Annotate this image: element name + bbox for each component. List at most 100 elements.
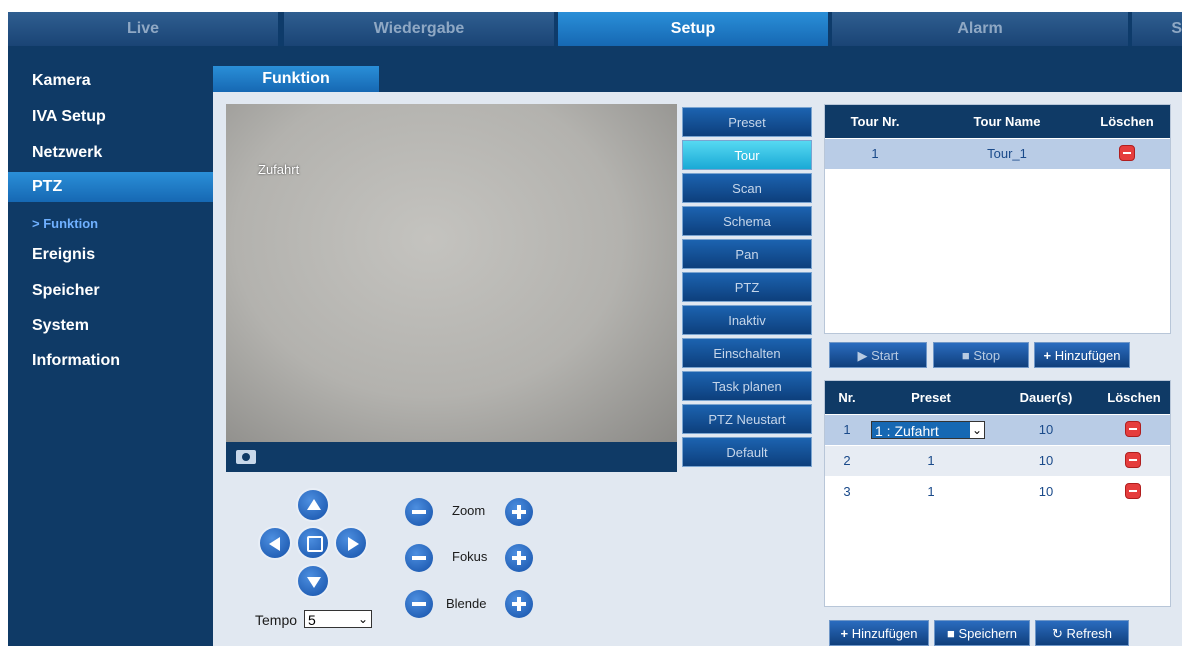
tempo-label: Tempo	[255, 612, 298, 628]
preset-nr-cell: 1	[843, 422, 851, 437]
preset-select[interactable]: 1 : Zufahrt ⌄	[871, 421, 985, 439]
tour-stop-button[interactable]: ■ Stop	[933, 342, 1029, 368]
chevron-down-icon: ⌄	[969, 422, 984, 438]
preset-cell: 1	[927, 453, 935, 468]
tour-name-cell: Tour_1	[987, 146, 1027, 161]
video-overlay-label: Zufahrt	[258, 162, 300, 177]
column-header-tour-name: Tour Name	[973, 114, 1041, 129]
preset-table: Nr. Preset Dauer(s) Löschen 1 1 : Zufahr…	[824, 380, 1171, 607]
column-header-nr: Nr.	[838, 390, 856, 405]
tour-add-button[interactable]: + Hinzufügen	[1034, 342, 1130, 368]
function-inaktiv-button[interactable]: Inaktiv	[682, 305, 812, 335]
play-icon: ▶	[857, 348, 868, 363]
save-label: Speichern	[958, 626, 1018, 641]
preset-save-button[interactable]: ■ Speichern	[934, 620, 1030, 646]
tab-setup[interactable]: Setup	[558, 12, 828, 46]
tour-table-header: Tour Nr. Tour Name Löschen	[825, 105, 1170, 138]
ptz-auto-focus-button[interactable]	[296, 526, 330, 560]
fokus-far-button[interactable]	[505, 544, 533, 572]
sidebar-subitem-funktion[interactable]: > Funktion	[8, 211, 213, 237]
tour-table: Tour Nr. Tour Name Löschen 1 Tour_1	[824, 104, 1171, 334]
arrow-left-icon	[269, 537, 280, 551]
arrow-down-icon	[307, 577, 321, 588]
tempo-value: 5	[308, 612, 316, 628]
tour-nr-cell: 1	[871, 146, 879, 161]
preset-refresh-button[interactable]: ↻ Refresh	[1035, 620, 1129, 646]
preset-nr-cell: 3	[843, 484, 851, 499]
tempo-select[interactable]: 5 ⌄	[304, 610, 372, 628]
camera-snapshot-icon[interactable]	[236, 450, 256, 464]
tab-live[interactable]: Live	[8, 12, 278, 46]
table-row[interactable]: 1 1 : Zufahrt ⌄ 10	[825, 415, 1170, 445]
zoom-in-button[interactable]	[505, 498, 533, 526]
stop-label: Stop	[973, 348, 1001, 363]
zoom-out-button[interactable]	[405, 498, 433, 526]
function-preset-button[interactable]: Preset	[682, 107, 812, 137]
add-label: Hinzufügen	[851, 626, 918, 641]
preset-nr-cell: 2	[843, 453, 851, 468]
table-row[interactable]: 1 Tour_1	[825, 139, 1170, 169]
tab-funktion[interactable]: Funktion	[213, 66, 379, 92]
sidebar-item-netzwerk[interactable]: Netzwerk	[8, 138, 213, 168]
sidebar-item-ereignis[interactable]: Ereignis	[8, 240, 213, 270]
save-icon: ■	[946, 626, 955, 641]
table-row[interactable]: 3 1 10	[825, 477, 1170, 507]
function-tour-button[interactable]: Tour	[682, 140, 812, 170]
blende-open-button[interactable]	[505, 590, 533, 618]
sidebar: Kamera IVA Setup Netzwerk PTZ > Funktion…	[8, 46, 213, 646]
function-einschalten-button[interactable]: Einschalten	[682, 338, 812, 368]
sidebar-item-iva-setup[interactable]: IVA Setup	[8, 102, 213, 132]
function-ptz-neustart-button[interactable]: PTZ Neustart	[682, 404, 812, 434]
column-header-dauer: Dauer(s)	[1019, 390, 1073, 405]
function-scan-button[interactable]: Scan	[682, 173, 812, 203]
column-header-preset: Preset	[911, 390, 951, 405]
sidebar-item-system[interactable]: System	[8, 311, 213, 341]
add-label: Hinzufügen	[1054, 348, 1121, 363]
function-default-button[interactable]: Default	[682, 437, 812, 467]
preset-select-value: 1 : Zufahrt	[875, 423, 939, 439]
sidebar-item-speicher[interactable]: Speicher	[8, 276, 213, 306]
dauer-cell: 10	[1038, 484, 1054, 499]
tab-wiedergabe[interactable]: Wiedergabe	[284, 12, 554, 46]
preset-add-button[interactable]: + Hinzufügen	[829, 620, 929, 646]
tour-start-button[interactable]: ▶ Start	[829, 342, 927, 368]
column-header-loeschen: Löschen	[1100, 114, 1154, 129]
video-toolbar	[226, 442, 677, 472]
ptz-down-button[interactable]	[296, 564, 330, 598]
start-label: Start	[871, 348, 899, 363]
ptz-up-button[interactable]	[296, 488, 330, 522]
blende-close-button[interactable]	[405, 590, 433, 618]
delete-icon[interactable]	[1125, 452, 1141, 468]
preset-cell: 1	[927, 484, 935, 499]
fokus-label: Fokus	[452, 549, 488, 564]
delete-icon[interactable]	[1125, 483, 1141, 499]
function-task-planen-button[interactable]: Task planen	[682, 371, 812, 401]
arrow-right-icon	[348, 537, 359, 551]
fokus-near-button[interactable]	[405, 544, 433, 572]
sidebar-item-ptz[interactable]: PTZ	[8, 172, 213, 202]
arrow-up-icon	[307, 499, 321, 510]
video-preview[interactable]	[226, 104, 677, 442]
tab-system-truncated[interactable]: S	[1132, 12, 1182, 46]
function-pan-button[interactable]: Pan	[682, 239, 812, 269]
dauer-cell: 10	[1038, 422, 1054, 437]
table-row[interactable]: 2 1 10	[825, 446, 1170, 476]
stop-icon: ■	[961, 348, 970, 363]
sidebar-item-information[interactable]: Information	[8, 346, 213, 376]
zoom-label: Zoom	[452, 503, 486, 518]
function-ptz-button[interactable]: PTZ	[682, 272, 812, 302]
top-navigation: Live Wiedergabe Setup Alarm S	[8, 12, 1182, 46]
blende-label: Blende	[446, 596, 487, 611]
zoom-focus-icon	[307, 536, 323, 552]
delete-icon[interactable]	[1119, 145, 1135, 161]
column-header-tour-nr: Tour Nr.	[850, 114, 900, 129]
refresh-label: Refresh	[1066, 626, 1113, 641]
dauer-cell: 10	[1038, 453, 1054, 468]
refresh-icon: ↻	[1051, 626, 1063, 641]
ptz-right-button[interactable]	[334, 526, 368, 560]
tab-alarm[interactable]: Alarm	[832, 12, 1128, 46]
function-schema-button[interactable]: Schema	[682, 206, 812, 236]
ptz-left-button[interactable]	[258, 526, 292, 560]
delete-icon[interactable]	[1125, 421, 1141, 437]
sidebar-item-kamera[interactable]: Kamera	[8, 66, 213, 96]
